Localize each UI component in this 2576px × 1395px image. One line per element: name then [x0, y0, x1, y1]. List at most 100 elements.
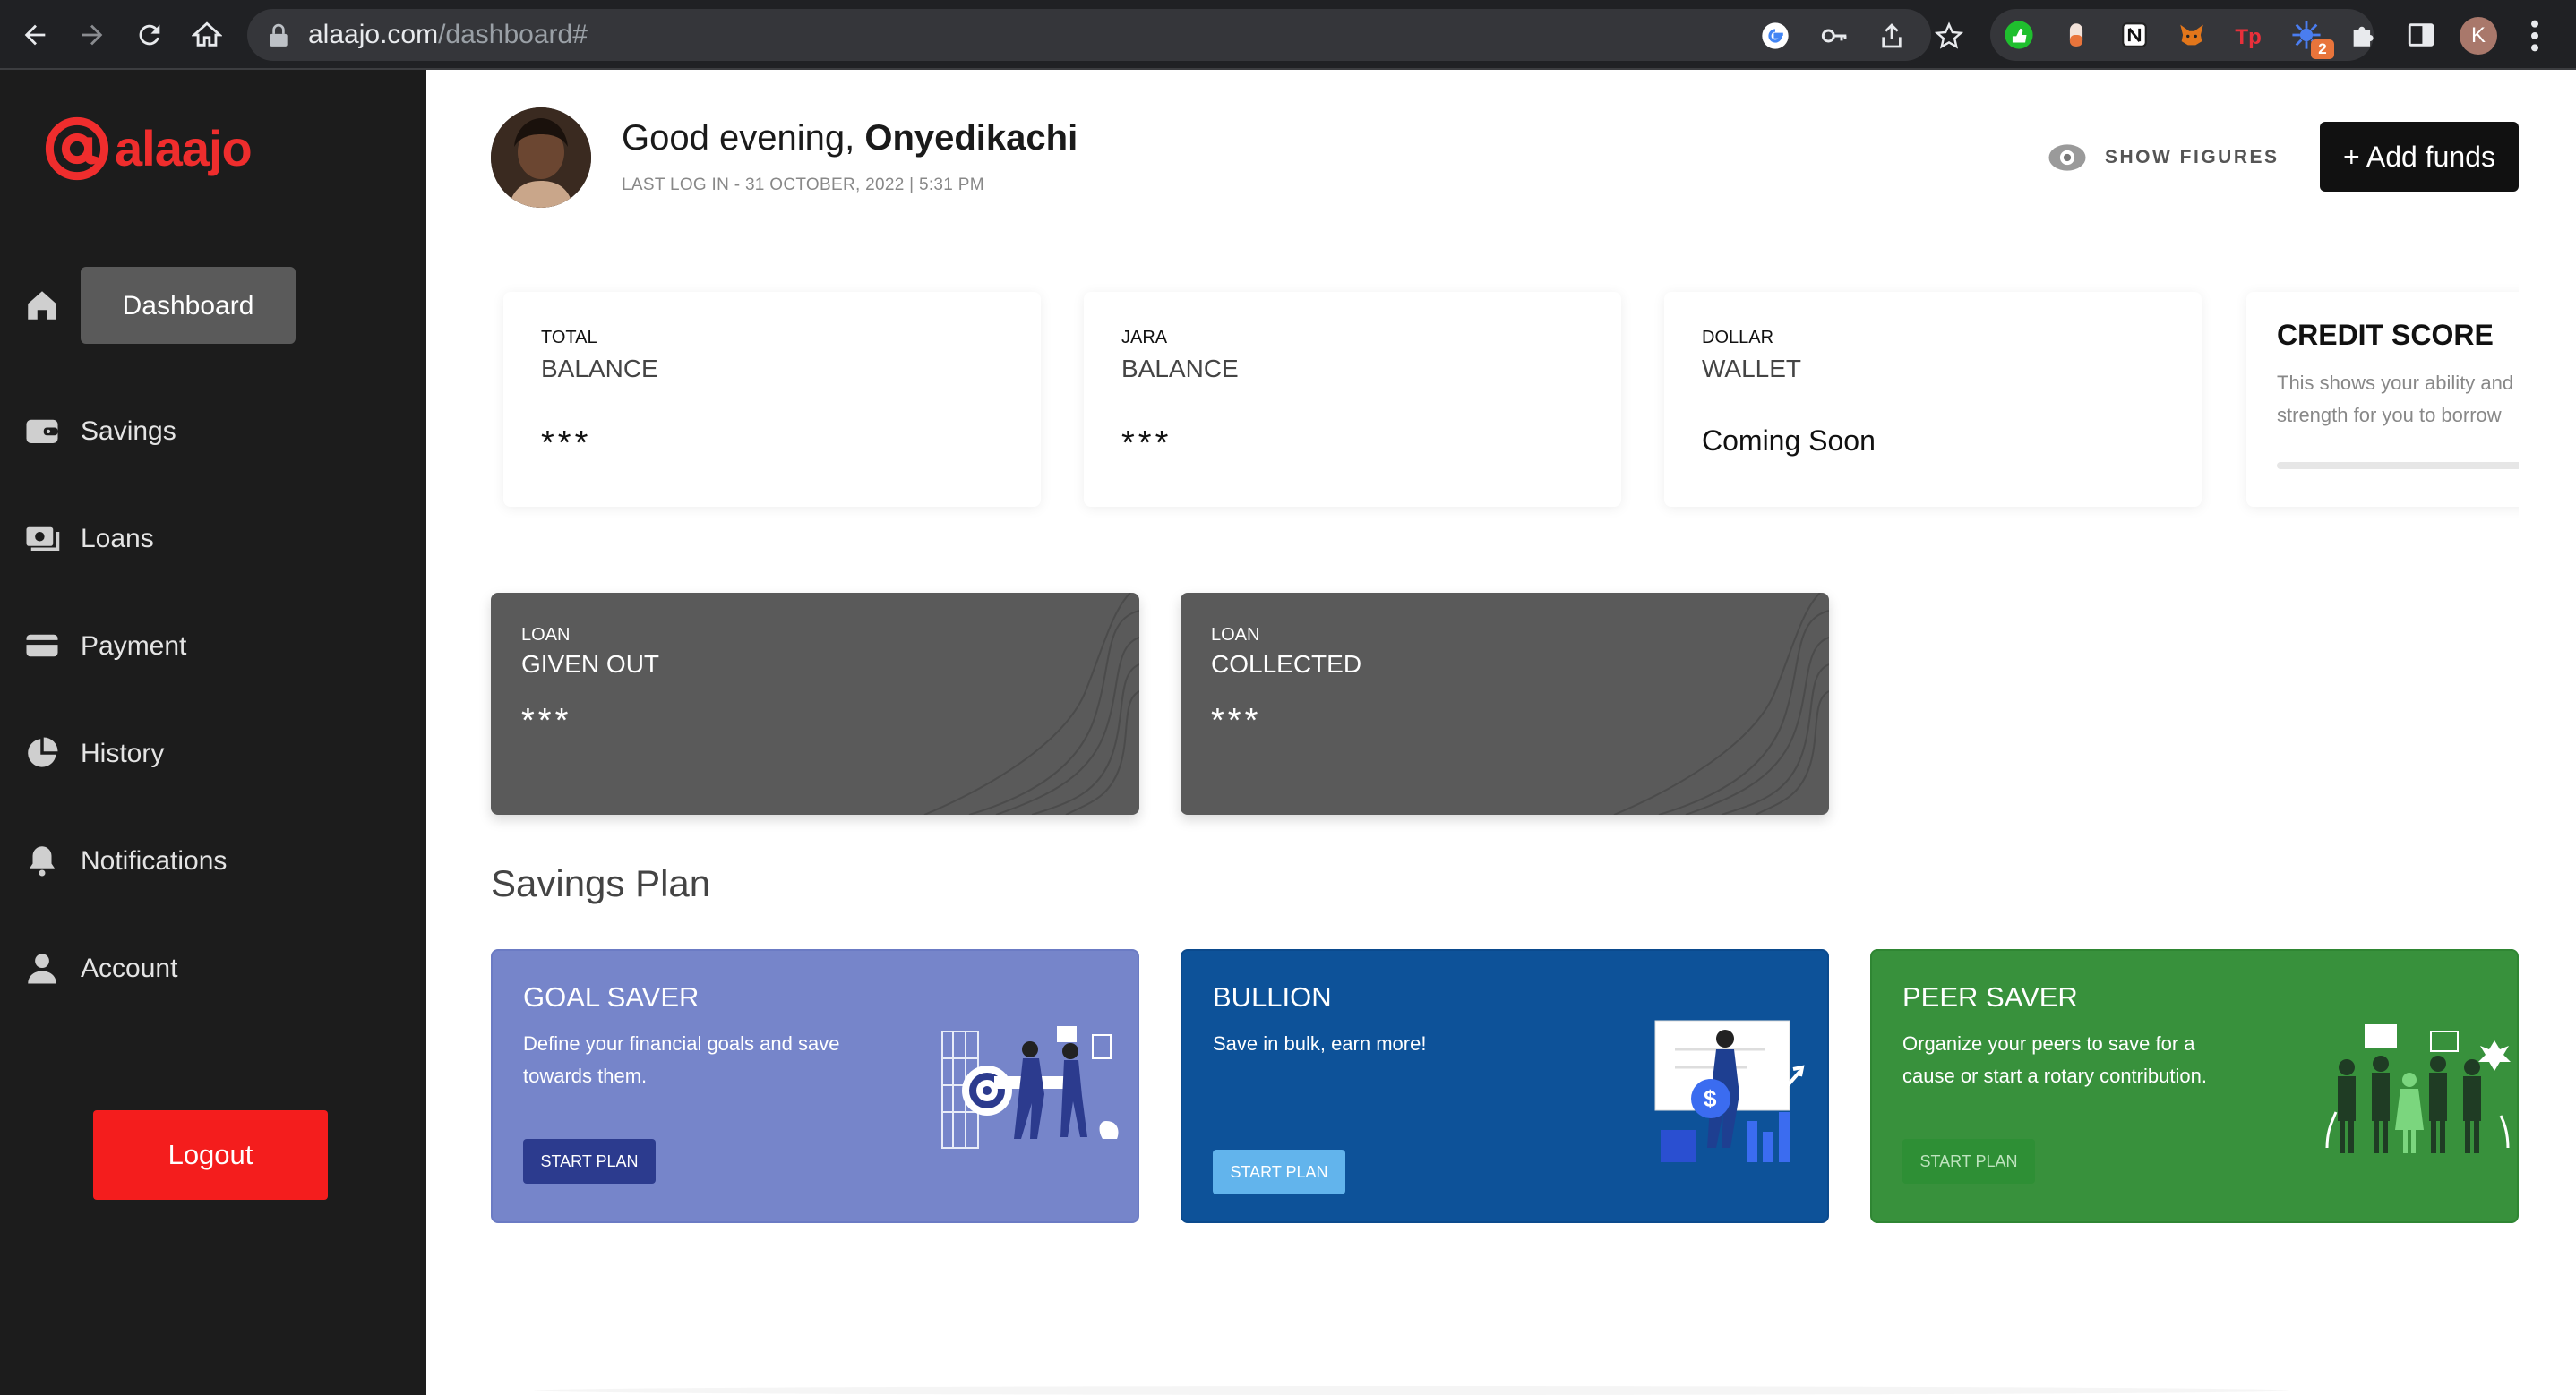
loan-value: ***	[521, 702, 572, 740]
loan-label-small: LOAN	[521, 625, 571, 645]
alaajo-logo[interactable]: alaajo	[45, 116, 253, 181]
plan-description: Organize your peers to save for a cause …	[1902, 1032, 2207, 1087]
bell-icon	[30, 846, 55, 877]
stat-label: BALANCE	[541, 355, 658, 382]
last-login-text: LAST LOG IN - 31 OCTOBER, 2022 | 5:31 PM	[622, 175, 984, 194]
plan-title: BULLION	[1213, 981, 1332, 1013]
profile-avatar[interactable]: K	[2460, 17, 2497, 55]
sidebar-item-label: Loans	[81, 524, 154, 553]
sidebar-item-loans[interactable]: Loans	[0, 501, 426, 577]
more-menu-icon[interactable]	[2524, 18, 2546, 54]
dollar-wallet-card: DOLLAR WALLET Coming Soon	[1664, 292, 2202, 507]
footer-shadow	[534, 1386, 2289, 1395]
stat-label: BALANCE	[1121, 355, 1239, 382]
logo-text: alaajo	[115, 120, 253, 176]
capsule-extension-icon[interactable]	[2061, 20, 2091, 50]
loan-collected-card: LOAN COLLECTED ***	[1181, 593, 1829, 815]
address-bar[interactable]: alaajo.com/dashboard#	[247, 9, 1963, 61]
key-icon[interactable]	[1820, 21, 1849, 50]
money-icon	[26, 526, 60, 551]
alaajo-at-icon	[45, 116, 109, 181]
plan-title: GOAL SAVER	[523, 981, 700, 1013]
stat-label: WALLET	[1702, 355, 1801, 382]
start-plan-button[interactable]: START PLAN	[1902, 1139, 2035, 1184]
plan-description: Define your financial goals and save tow…	[523, 1032, 840, 1087]
peer-saver-card[interactable]: PEER SAVER Organize your peers to save f…	[1870, 949, 2519, 1223]
savings-plan-title: Savings Plan	[491, 862, 711, 904]
wallet-icon	[26, 419, 58, 443]
sidebar-item-label: Dashboard	[122, 291, 254, 321]
sidebar-item-notifications[interactable]: Notifications	[0, 824, 426, 899]
notion-icon[interactable]	[2119, 20, 2150, 50]
user-name: Onyedikachi	[864, 118, 1078, 158]
forward-arrow-icon[interactable]	[70, 13, 115, 57]
pie-chart-icon	[28, 737, 58, 767]
bullion-growth-illustration: $	[1654, 1020, 1805, 1162]
user-avatar[interactable]	[491, 107, 591, 208]
back-arrow-icon[interactable]	[13, 13, 57, 57]
google-icon[interactable]	[1761, 21, 1790, 50]
plan-description: Save in bulk, earn more!	[1213, 1032, 1427, 1055]
peer-group-illustration	[2325, 1024, 2511, 1153]
card-icon	[26, 634, 58, 657]
star-icon[interactable]	[1935, 21, 1963, 50]
wave-pattern	[923, 593, 1139, 815]
wave-pattern	[1613, 593, 1829, 815]
stat-value: ***	[541, 424, 592, 462]
start-plan-button[interactable]: START PLAN	[1213, 1150, 1345, 1194]
stat-label-small: DOLLAR	[1702, 328, 1774, 347]
greeting: Good evening, Onyedikachi	[622, 118, 1078, 158]
sidebar-item-account[interactable]: Account	[0, 931, 426, 1006]
home-icon	[28, 291, 56, 320]
logout-button[interactable]: Logout	[93, 1110, 328, 1200]
balance-cards-row: TOTAL BALANCE *** JARA BALANCE *** DOLLA…	[491, 283, 2519, 519]
green-extension-icon[interactable]	[2004, 20, 2034, 50]
credit-score-bar	[2277, 462, 2519, 469]
stat-label-small: JARA	[1121, 328, 1168, 347]
goal-saver-card[interactable]: GOAL SAVER Define your financial goals a…	[491, 949, 1139, 1223]
share-icon[interactable]	[1877, 21, 1906, 50]
sidebar-item-payment[interactable]: Payment	[0, 609, 426, 684]
sidebar-item-label: Savings	[81, 416, 176, 446]
credit-score-card: CREDIT SCORE This shows your ability and…	[2246, 292, 2519, 507]
user-icon	[28, 954, 56, 984]
home-icon[interactable]	[185, 13, 229, 57]
loan-label: COLLECTED	[1211, 650, 1362, 678]
metamask-fox-icon[interactable]	[2177, 20, 2207, 50]
credit-score-title: CREDIT SCORE	[2277, 319, 2494, 351]
extension-badge: 2	[2311, 39, 2334, 59]
svg-text:Tp: Tp	[2235, 25, 2261, 49]
sidebar-item-label: Account	[81, 954, 178, 983]
add-funds-button[interactable]: + Add funds	[2320, 122, 2519, 192]
stat-label-small: TOTAL	[541, 328, 597, 347]
loan-label: GIVEN OUT	[521, 650, 660, 678]
sidebar-item-label: Payment	[81, 631, 187, 661]
url-text: alaajo.com/dashboard#	[308, 20, 588, 49]
loan-given-out-card: LOAN GIVEN OUT ***	[491, 593, 1139, 815]
eye-icon	[2048, 144, 2086, 171]
tp-extension-icon[interactable]: Tp	[2234, 20, 2264, 50]
svg-text:$: $	[1704, 1085, 1717, 1112]
plan-title: PEER SAVER	[1902, 981, 2078, 1013]
stat-value: ***	[1121, 424, 1172, 462]
stat-value: Coming Soon	[1702, 424, 1876, 457]
show-figures-label: SHOW FIGURES	[2105, 147, 2280, 167]
sidebar-item-label: History	[81, 739, 165, 768]
start-plan-button[interactable]: START PLAN	[523, 1139, 656, 1184]
bullion-card[interactable]: BULLION Save in bulk, earn more! START P…	[1181, 949, 1829, 1223]
side-panel-icon[interactable]	[2406, 20, 2436, 50]
loan-value: ***	[1211, 702, 1262, 740]
sidebar-item-label: Notifications	[81, 846, 228, 876]
sidebar-item-dashboard[interactable]: Dashboard	[0, 267, 426, 344]
main-content: Good evening, Onyedikachi LAST LOG IN - …	[426, 70, 2576, 1395]
sidebar-item-history[interactable]: History	[0, 716, 426, 792]
total-balance-card: TOTAL BALANCE ***	[503, 292, 1041, 507]
sidebar-item-savings[interactable]: Savings	[0, 394, 426, 469]
puzzle-extensions-icon[interactable]	[2348, 20, 2379, 50]
lock-icon	[270, 23, 288, 47]
loan-label-small: LOAN	[1211, 625, 1260, 645]
credit-score-description: This shows your ability and strength for…	[2277, 372, 2514, 426]
show-figures-toggle[interactable]: SHOW FIGURES	[2048, 141, 2280, 174]
sidebar: alaajo Dashboard Savings Loans Payment H…	[0, 70, 426, 1395]
reload-icon[interactable]	[127, 13, 172, 57]
